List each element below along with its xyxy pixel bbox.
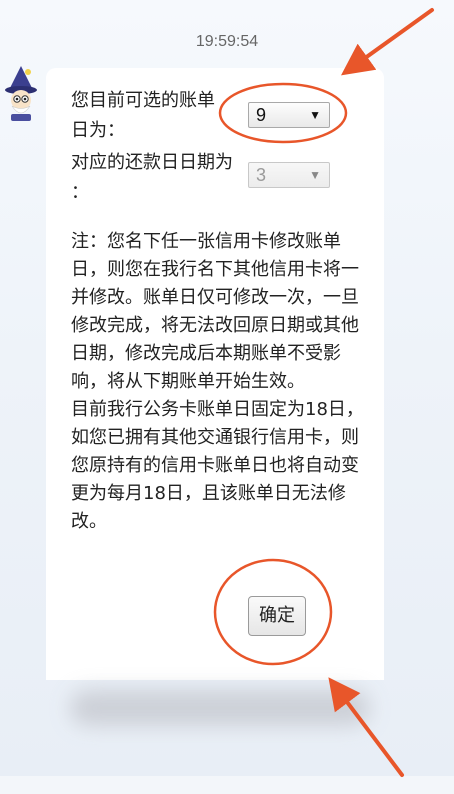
message-card: 您目前可选的账单日为： 9 ▼ 对应的还款日日期为 ： 3 ▼ 注：您名下任一张… bbox=[46, 68, 384, 680]
repayment-day-label: 对应的还款日日期为 ： bbox=[71, 152, 233, 203]
triangle-down-icon: ▼ bbox=[309, 168, 321, 182]
billing-day-label: 您目前可选的账单日为： bbox=[71, 90, 215, 141]
triangle-down-icon: ▼ bbox=[309, 108, 321, 122]
wizard-avatar-icon[interactable] bbox=[2, 64, 40, 122]
billing-day-value: 9 bbox=[256, 105, 267, 125]
notice-text: 注：您名下任一张信用卡修改账单日，则您在我行名下其他信用卡将一并修改。账单日仅可… bbox=[71, 228, 371, 536]
repayment-day-value: 3 bbox=[256, 165, 267, 185]
repayment-day-select: 3 ▼ bbox=[248, 162, 330, 188]
notice-paragraph-1: 注：您名下任一张信用卡修改账单日，则您在我行名下其他信用卡将一并修改。账单日仅可… bbox=[71, 231, 359, 392]
bottom-bar bbox=[0, 776, 454, 794]
notice-paragraph-2: 目前我行公务卡账单日固定为18日，如您已拥有其他交通银行信用卡，则您原持有的信用… bbox=[71, 399, 364, 532]
confirm-button[interactable]: 确定 bbox=[248, 596, 306, 636]
message-timestamp: 19:59:54 bbox=[195, 33, 259, 50]
billing-day-select[interactable]: 9 ▼ bbox=[248, 102, 330, 128]
blurred-content bbox=[70, 690, 370, 726]
